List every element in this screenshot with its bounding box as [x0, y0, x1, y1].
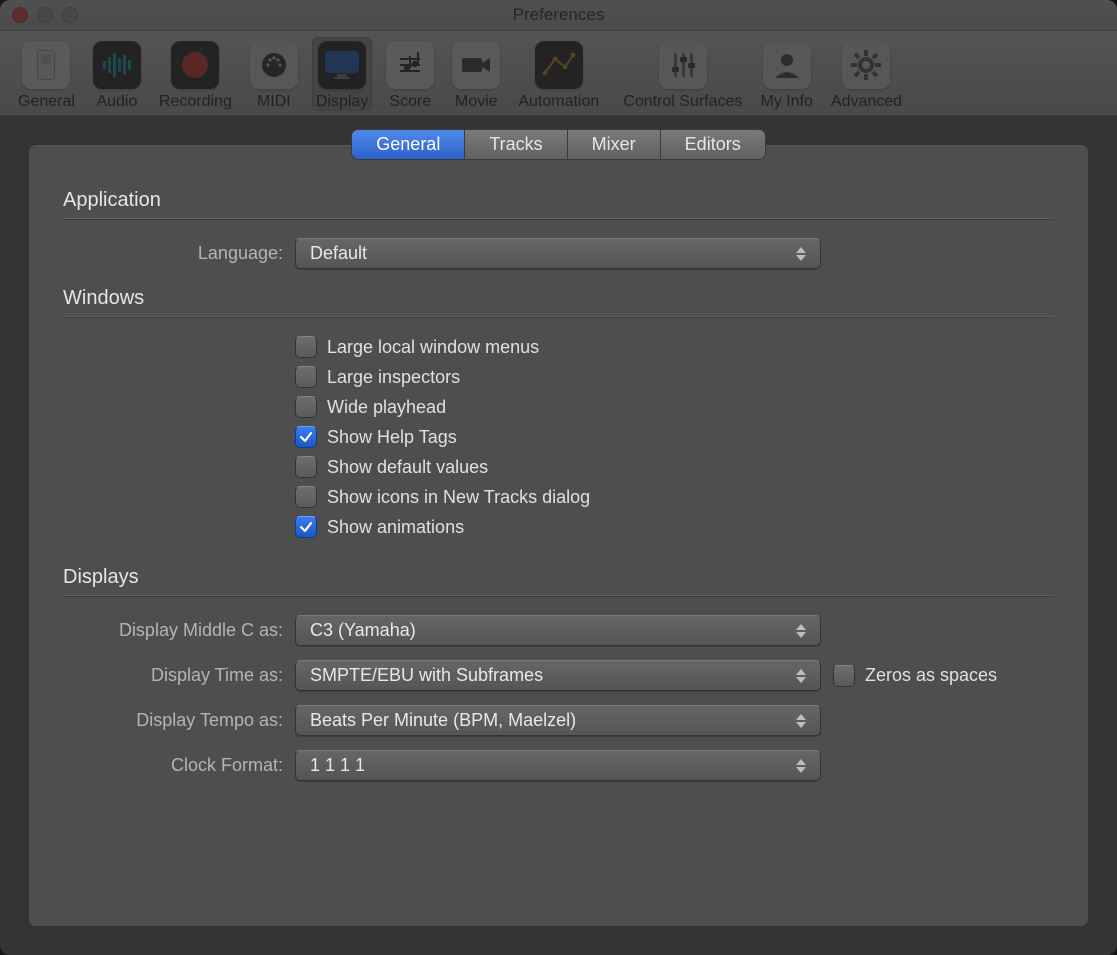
tab-general[interactable]: General [352, 130, 465, 159]
checkbox-label: Wide playhead [327, 397, 446, 418]
preferences-panel: General Tracks Mixer Editors Application… [28, 144, 1089, 927]
zoom-button[interactable] [62, 7, 78, 23]
checkbox[interactable] [295, 456, 317, 478]
windows-option-6: Show animations [295, 516, 1054, 538]
clock-format-label: Clock Format: [63, 755, 283, 776]
display-time-popup[interactable]: SMPTE/EBU with Subframes [295, 660, 821, 691]
stepper-icon [796, 714, 812, 728]
checkbox-label: Show default values [327, 457, 488, 478]
checkbox-label: Show animations [327, 517, 464, 538]
toolbar-recording[interactable]: Recording [155, 37, 236, 111]
windows-option-0: Large local window menus [295, 336, 1054, 358]
divider [63, 218, 1054, 220]
stepper-icon [796, 247, 812, 261]
clock-format-value: 1 1 1 1 [310, 755, 365, 776]
tab-mixer[interactable]: Mixer [568, 130, 661, 159]
language-popup[interactable]: Default [295, 238, 821, 269]
subtab-segmented-control: General Tracks Mixer Editors [352, 130, 764, 159]
divider [63, 316, 1054, 318]
windows-option-2: Wide playhead [295, 396, 1054, 418]
toolbar-control-surfaces[interactable]: Control Surfaces [619, 37, 746, 111]
windows-options: Large local window menus Large inspectors… [295, 336, 1054, 538]
checkbox[interactable] [295, 516, 317, 538]
checkbox[interactable] [295, 366, 317, 388]
divider [63, 595, 1054, 597]
windows-option-5: Show icons in New Tracks dialog [295, 486, 1054, 508]
middle-c-value: C3 (Yamaha) [310, 620, 416, 641]
zeros-as-spaces-label: Zeros as spaces [865, 665, 997, 686]
minimize-button[interactable] [37, 7, 53, 23]
toolbar-general[interactable]: General [14, 37, 79, 111]
displays-heading: Displays [63, 566, 1054, 589]
toolbar-my-info[interactable]: My Info [756, 37, 816, 111]
display-tempo-value: Beats Per Minute (BPM, Maelzel) [310, 710, 576, 731]
checkbox[interactable] [295, 396, 317, 418]
toolbar-movie[interactable]: Movie [448, 37, 504, 111]
score-icon [386, 41, 434, 89]
midi-icon [250, 41, 298, 89]
windows-option-3: Show Help Tags [295, 426, 1054, 448]
checkbox-label: Large local window menus [327, 337, 539, 358]
movie-icon [452, 41, 500, 89]
middle-c-label: Display Middle C as: [63, 620, 283, 641]
windows-heading: Windows [63, 287, 1054, 310]
switch-icon [22, 41, 70, 89]
toolbar-automation[interactable]: Automation [514, 37, 603, 111]
display-time-label: Display Time as: [63, 665, 283, 686]
language-value: Default [310, 243, 367, 264]
display-tempo-popup[interactable]: Beats Per Minute (BPM, Maelzel) [295, 705, 821, 736]
clock-format-popup[interactable]: 1 1 1 1 [295, 750, 821, 781]
windows-option-1: Large inspectors [295, 366, 1054, 388]
zeros-as-spaces-checkbox[interactable] [833, 665, 855, 687]
gear-icon [842, 41, 890, 89]
display-time-value: SMPTE/EBU with Subframes [310, 665, 543, 686]
tab-editors[interactable]: Editors [661, 130, 765, 159]
toolbar-score[interactable]: Score [382, 37, 438, 111]
preferences-toolbar: General Audio Recording MIDI Display [0, 31, 1117, 116]
display-tempo-label: Display Tempo as: [63, 710, 283, 731]
traffic-lights [0, 7, 78, 23]
preferences-window: Preferences General Audio Recording MIDI [0, 0, 1117, 955]
middle-c-popup[interactable]: C3 (Yamaha) [295, 615, 821, 646]
faders-icon [659, 41, 707, 89]
person-icon [763, 41, 811, 89]
stepper-icon [796, 669, 812, 683]
windows-option-4: Show default values [295, 456, 1054, 478]
waveform-icon [93, 41, 141, 89]
language-label: Language: [63, 243, 283, 264]
checkbox[interactable] [295, 336, 317, 358]
content-area: General Tracks Mixer Editors Application… [0, 116, 1117, 955]
checkbox[interactable] [295, 426, 317, 448]
checkbox-label: Show icons in New Tracks dialog [327, 487, 590, 508]
tab-tracks[interactable]: Tracks [465, 130, 567, 159]
display-icon [318, 41, 366, 89]
stepper-icon [796, 759, 812, 773]
toolbar-midi[interactable]: MIDI [246, 37, 302, 111]
titlebar: Preferences [0, 0, 1117, 31]
stepper-icon [796, 624, 812, 638]
application-heading: Application [63, 189, 1054, 212]
toolbar-advanced[interactable]: Advanced [827, 37, 906, 111]
record-icon [171, 41, 219, 89]
checkbox[interactable] [295, 486, 317, 508]
toolbar-display[interactable]: Display [312, 37, 372, 111]
checkbox-label: Large inspectors [327, 367, 460, 388]
close-button[interactable] [12, 7, 28, 23]
automation-icon [535, 41, 583, 89]
window-title: Preferences [0, 5, 1117, 25]
toolbar-audio[interactable]: Audio [89, 37, 145, 111]
checkbox-label: Show Help Tags [327, 427, 457, 448]
